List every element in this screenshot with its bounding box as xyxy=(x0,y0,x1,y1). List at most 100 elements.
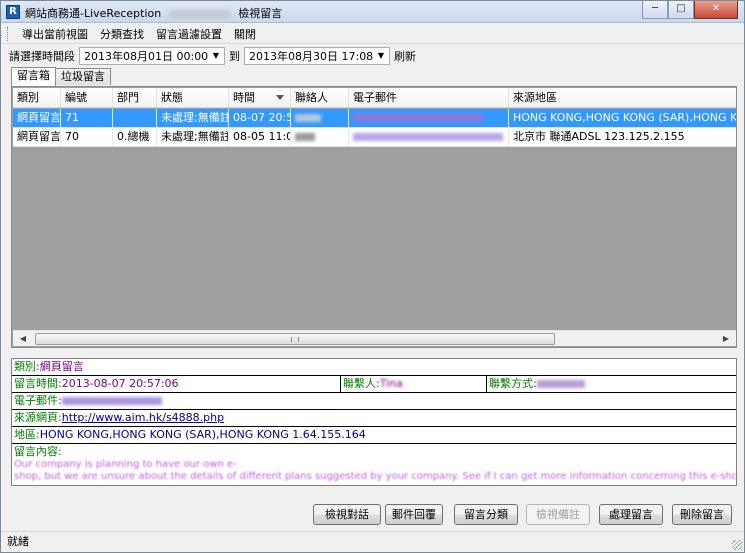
classify-message-button[interactable]: 留言分類 xyxy=(454,504,518,525)
detail-time-row: 留言時間:2013-08-07 20:57:06 聯繫人:Tina 聯繫方式: xyxy=(12,376,736,393)
detail-time-value: 2013-08-07 20:57:06 xyxy=(61,377,179,390)
grid-body: 網頁留言 71 未處理;無備註; 08-07 20:57 HONG KONG,H… xyxy=(13,109,736,331)
message-grid: 類別 編號 部門 狀態 時間 聯絡人 電子郵件 來源地區 網頁留言 71 未處理… xyxy=(11,86,737,348)
table-row[interactable]: 網頁留言 71 未處理;無備註; 08-07 20:57 HONG KONG,H… xyxy=(13,109,736,128)
refresh-link[interactable]: 刷新 xyxy=(394,48,416,64)
view-conversation-button[interactable]: 檢視對話 xyxy=(313,504,381,525)
column-header-email[interactable]: 電子郵件 xyxy=(349,88,509,107)
cell-category: 網頁留言 xyxy=(13,128,61,146)
cell-department xyxy=(113,109,157,127)
cell-email-redacted xyxy=(349,109,509,127)
window-controls: ─ □ ✕ xyxy=(642,1,738,19)
title-redacted-account xyxy=(168,9,231,19)
horizontal-scrollbar[interactable]: ◀ ▶ xyxy=(13,330,736,346)
title-suffix: 檢視留言 xyxy=(238,7,283,20)
from-date-value: 2013年08月01日 00:00:0 xyxy=(84,50,219,63)
detail-category-value: 網頁留言 xyxy=(39,360,84,373)
cell-region: 北京市 聯通ADSL 123.125.2.155 xyxy=(513,130,685,143)
cell-department: 0.總機 xyxy=(113,128,157,146)
title-app-name: 網站商務通-LiveReception xyxy=(25,7,162,20)
cell-email-redacted xyxy=(349,128,509,146)
detail-content-line1: Our company is planning to have our own … xyxy=(14,459,237,470)
column-header-category[interactable]: 類別 xyxy=(13,88,61,107)
detail-email-redacted xyxy=(61,397,162,405)
tab-spam[interactable]: 垃圾留言 xyxy=(55,68,111,85)
cell-status: 未處理;無備註; xyxy=(157,109,229,127)
message-detail-panel: 類別:網頁留言 留言時間:2013-08-07 20:57:06 聯繫人:Tin… xyxy=(11,358,737,486)
column-header-department[interactable]: 部門 xyxy=(113,88,157,107)
scroll-right-icon[interactable]: ▶ xyxy=(718,331,734,347)
detail-time-label: 留言時間: xyxy=(14,377,62,390)
scroll-left-icon[interactable]: ◀ xyxy=(15,331,31,347)
view-notes-button[interactable]: 檢視備註 xyxy=(526,504,590,525)
detail-method-label: 聯繫方式: xyxy=(489,377,537,390)
maximize-button[interactable]: □ xyxy=(668,1,694,19)
title-bar[interactable]: R 網站商務通-LiveReception 檢視留言 ─ □ ✕ xyxy=(1,1,744,23)
message-viewer-window: R 網站商務通-LiveReception 檢視留言 ─ □ ✕ 導出當前視圖 … xyxy=(0,0,745,553)
minimize-button[interactable]: ─ xyxy=(642,1,668,19)
detail-source-label: 來源網頁: xyxy=(14,411,62,424)
resize-grip-icon[interactable] xyxy=(732,540,742,550)
from-date-picker[interactable]: 2013年08月01日 00:00:0 ▼ xyxy=(79,47,225,65)
grid-header: 類別 編號 部門 狀態 時間 聯絡人 電子郵件 來源地區 xyxy=(13,88,736,108)
app-icon: R xyxy=(6,5,20,19)
column-header-time-label: 時間 xyxy=(233,91,255,104)
detail-method-cell: 聯繫方式: xyxy=(486,376,736,393)
chevron-down-icon[interactable]: ▼ xyxy=(373,48,389,64)
toolbar-grip[interactable] xyxy=(7,26,10,41)
table-row[interactable]: 網頁留言 70 0.總機 未處理;無備註; 08-05 11:00 北京市 聯通… xyxy=(13,128,736,147)
detail-contact-value: Tina xyxy=(379,377,403,390)
mailbox-tabs: 留言箱 垃圾留言 xyxy=(11,67,111,86)
cell-time: 08-05 11:00 xyxy=(229,128,291,146)
detail-contact-label: 聯繫人: xyxy=(343,377,380,390)
column-header-id[interactable]: 編號 xyxy=(61,88,113,107)
cell-contact-redacted xyxy=(291,109,349,127)
detail-method-redacted xyxy=(536,380,585,388)
detail-source-row: 來源網頁:http://www.aim.hk/s4888.php xyxy=(12,410,736,427)
date-filter-bar: 請選擇時間段 2013年08月01日 00:00:0 ▼ 到 2013年08月3… xyxy=(1,45,744,67)
close-button[interactable]: ✕ xyxy=(694,1,738,19)
detail-source-link[interactable]: http://www.aim.hk/s4888.php xyxy=(62,411,224,424)
to-label: 到 xyxy=(229,50,240,63)
email-reply-button[interactable]: 郵件回覆 xyxy=(385,504,443,525)
menu-export-view[interactable]: 導出當前視圖 xyxy=(16,26,94,42)
cell-contact-redacted xyxy=(291,128,349,146)
cell-status: 未處理;無備註; xyxy=(157,128,229,146)
detail-email-label: 電子郵件: xyxy=(14,394,62,407)
menu-category-search[interactable]: 分類查找 xyxy=(94,26,150,42)
status-text: 就緒 xyxy=(7,535,29,548)
to-date-picker[interactable]: 2013年08月30日 17:08:55 ▼ xyxy=(244,47,390,65)
tab-inbox[interactable]: 留言箱 xyxy=(11,67,56,86)
detail-email-row: 電子郵件: xyxy=(12,393,736,410)
detail-category-label: 類別: xyxy=(14,360,40,373)
process-message-button[interactable]: 處理留言 xyxy=(599,504,663,525)
detail-content-block: 留言內容: Our company is planning to have ou… xyxy=(12,445,736,485)
column-header-region[interactable]: 來源地區 xyxy=(509,88,736,107)
detail-contact-cell: 聯繫人:Tina xyxy=(340,376,486,393)
menu-close[interactable]: 關閉 xyxy=(228,26,262,42)
action-button-bar: 檢視對話 郵件回覆 留言分類 檢視備註 處理留言 刪除留言 xyxy=(1,504,744,526)
cell-category: 網頁留言 xyxy=(13,109,61,127)
cell-id: 71 xyxy=(61,109,113,127)
column-header-status[interactable]: 狀態 xyxy=(157,88,229,107)
scrollbar-thumb[interactable] xyxy=(35,333,555,345)
detail-content-label: 留言內容: xyxy=(14,445,62,458)
window-title: 網站商務通-LiveReception 檢視留言 xyxy=(25,5,282,21)
detail-area-value: HONG KONG,HONG KONG (SAR),HONG KONG 1.64… xyxy=(39,428,366,441)
to-date-value: 2013年08月30日 17:08:55 xyxy=(249,50,390,63)
chevron-down-icon[interactable]: ▼ xyxy=(208,48,224,64)
date-range-label: 請選擇時間段 xyxy=(9,50,75,63)
detail-content-line2: shop, but we are unsure about the detail… xyxy=(14,471,736,482)
cell-id: 70 xyxy=(61,128,113,146)
menu-filter-settings[interactable]: 留言過濾設置 xyxy=(150,26,228,42)
detail-area-label: 地區: xyxy=(14,428,40,441)
menu-bar: 導出當前視圖 分類查找 留言過濾設置 關閉 xyxy=(1,24,744,44)
grip-icon xyxy=(291,337,299,342)
cell-region: HONG KONG,HONG KONG (SAR),HONG KONG 1.64… xyxy=(513,111,736,124)
delete-message-button[interactable]: 刪除留言 xyxy=(672,504,732,525)
column-header-contact[interactable]: 聯絡人 xyxy=(291,88,349,107)
cell-time: 08-07 20:57 xyxy=(229,109,291,127)
status-bar: 就緒 xyxy=(1,531,744,552)
column-header-time[interactable]: 時間 xyxy=(229,88,291,107)
detail-category-row: 類別:網頁留言 xyxy=(12,359,736,376)
